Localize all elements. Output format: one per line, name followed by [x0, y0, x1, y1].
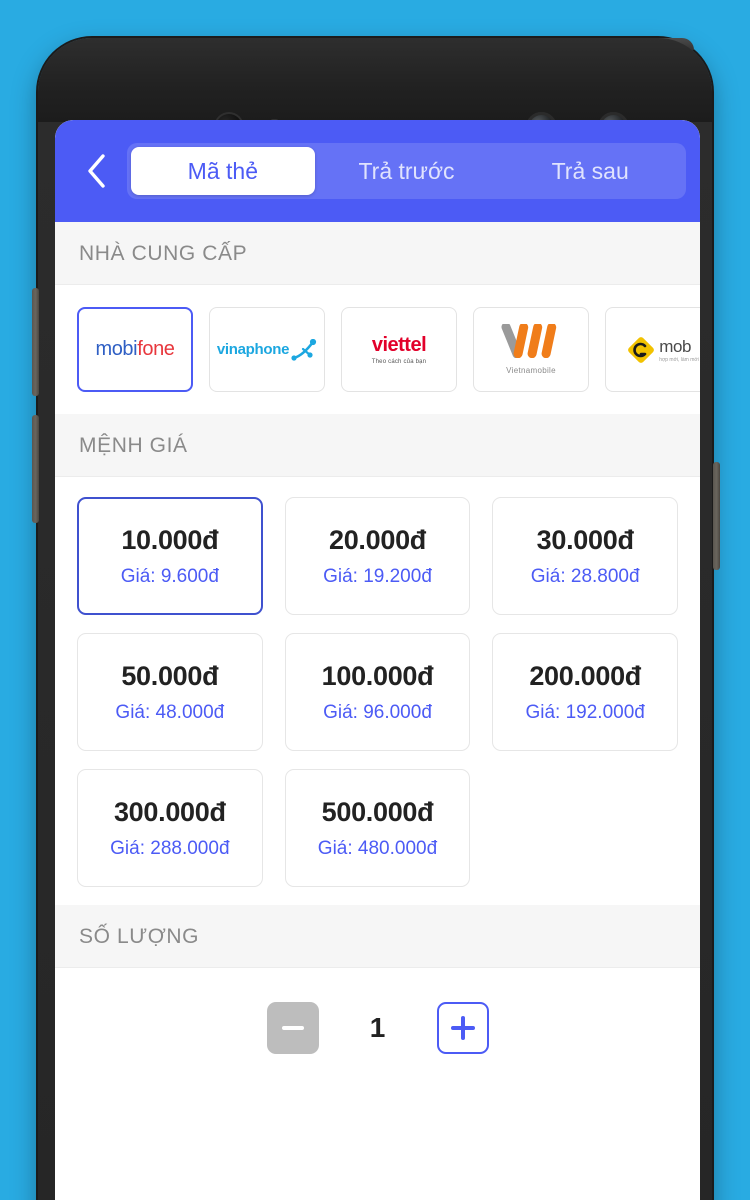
quantity-decrease-button[interactable]	[266, 1002, 319, 1054]
denomination-card[interactable]: 100.000đ Giá: 96.000đ	[284, 633, 471, 751]
denomination-card[interactable]: 50.000đ Giá: 48.000đ	[77, 633, 263, 751]
denomination-price: Giá: 28.800đ	[530, 565, 640, 587]
denomination-price: Giá: 9.600đ	[120, 565, 219, 587]
denomination-amount: 20.000đ	[329, 524, 426, 555]
back-button[interactable]	[73, 148, 119, 194]
denomination-amount: 500.000đ	[321, 796, 434, 827]
denomination-card[interactable]: 200.000đ Giá: 192.000đ	[492, 633, 678, 751]
denomination-amount: 30.000đ	[536, 524, 634, 555]
provider-card-mobifone[interactable]: mobifone	[77, 307, 193, 392]
chevron-left-icon	[85, 153, 107, 189]
viettel-logo-tagline: Theo cách của bạn	[371, 359, 427, 365]
gmobile-logo-icon: mob hợp mới, làm mới	[627, 336, 699, 364]
tab-tra-sau[interactable]: Trả sau	[498, 147, 682, 195]
vietnamobile-logo-text: Vietnamobile	[506, 366, 556, 375]
provider-card-gmobile[interactable]: mob hợp mới, làm mới	[605, 307, 700, 392]
provider-card-vietnamobile[interactable]: Vietnamobile	[473, 307, 589, 392]
vietnamobile-logo-icon: Vietnamobile	[500, 322, 562, 375]
denomination-price: Giá: 480.000đ	[317, 837, 438, 859]
vinaphone-logo-icon: vinaphone	[216, 338, 317, 361]
phone-top-bezel	[38, 38, 712, 143]
denomination-card[interactable]: 300.000đ Giá: 288.000đ	[77, 769, 263, 887]
gmobile-logo-text: mob	[659, 336, 692, 356]
gmobile-logo-tagline: hợp mới, làm mới	[659, 356, 699, 363]
plus-icon-vertical	[460, 1016, 465, 1040]
section-header-quantity: SỐ LƯỢNG	[55, 905, 700, 968]
screenshot-stage: Mã thẻ Trả trước Trả sau NHÀ CUNG CẤP mo…	[0, 0, 750, 1200]
denomination-price: Giá: 96.000đ	[323, 701, 432, 723]
denomination-amount: 50.000đ	[121, 660, 219, 691]
denomination-card[interactable]: 30.000đ Giá: 28.800đ	[492, 497, 678, 615]
viettel-logo-text: viettel	[371, 334, 427, 356]
provider-list[interactable]: mobifone vinaphone viettel Theo cách của…	[55, 285, 700, 414]
denomination-amount: 300.000đ	[113, 796, 226, 827]
vinaphone-swoosh-icon	[291, 338, 317, 361]
denomination-amount: 100.000đ	[321, 660, 434, 691]
tab-bar: Mã thẻ Trả trước Trả sau	[127, 143, 686, 199]
tab-tra-truoc[interactable]: Trả trước	[315, 147, 499, 195]
provider-card-viettel[interactable]: viettel Theo cách của bạn	[341, 307, 457, 392]
provider-card-vinaphone[interactable]: vinaphone	[209, 307, 325, 392]
volume-down-button[interactable]	[32, 415, 39, 523]
quantity-increase-button[interactable]	[436, 1002, 489, 1054]
denomination-card[interactable]: 500.000đ Giá: 480.000đ	[284, 769, 471, 887]
vinaphone-logo-text: vinaphone	[216, 341, 290, 358]
denomination-amount: 200.000đ	[529, 660, 642, 691]
mobifone-logo-part-a: mobi	[95, 338, 138, 360]
section-header-provider: NHÀ CUNG CẤP	[55, 222, 700, 285]
power-button[interactable]	[713, 462, 720, 570]
gmobile-diamond-icon	[628, 336, 655, 363]
denomination-card[interactable]: 20.000đ Giá: 19.200đ	[284, 497, 471, 615]
denomination-price: Giá: 288.000đ	[110, 837, 230, 859]
denomination-card-empty	[492, 769, 678, 887]
quantity-value: 1	[369, 1012, 386, 1043]
viettel-logo-icon: viettel Theo cách của bạn	[371, 334, 427, 365]
denomination-price: Giá: 192.000đ	[525, 701, 645, 723]
mobifone-logo-icon: mobifone	[95, 338, 174, 361]
denomination-card[interactable]: 10.000đ Giá: 9.600đ	[77, 497, 263, 615]
denomination-amount: 10.000đ	[121, 524, 219, 555]
denomination-grid: 10.000đ Giá: 9.600đ 20.000đ Giá: 19.200đ…	[55, 477, 700, 905]
section-header-denomination: MỆNH GIÁ	[55, 414, 700, 477]
vietnamobile-mark-icon	[501, 322, 557, 359]
tab-ma-the[interactable]: Mã thẻ	[131, 147, 315, 195]
minus-icon	[281, 1026, 304, 1030]
app-header: Mã thẻ Trả trước Trả sau	[55, 120, 700, 222]
denomination-price: Giá: 48.000đ	[115, 701, 225, 723]
mobifone-logo-part-b: fone	[137, 338, 175, 360]
denomination-price: Giá: 19.200đ	[323, 565, 432, 587]
volume-up-button[interactable]	[32, 288, 39, 396]
phone-screen: Mã thẻ Trả trước Trả sau NHÀ CUNG CẤP mo…	[55, 120, 700, 1200]
quantity-stepper: 1	[55, 968, 700, 1094]
